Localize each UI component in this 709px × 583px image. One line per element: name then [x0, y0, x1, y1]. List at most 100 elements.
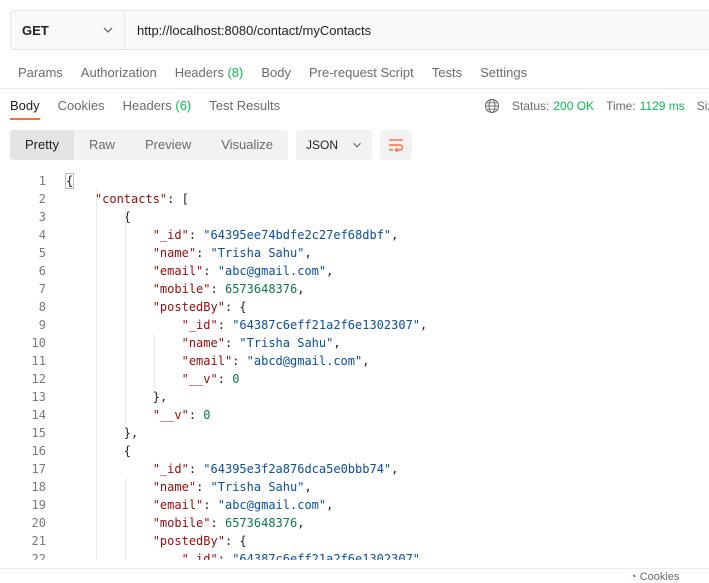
divider	[0, 88, 709, 89]
format-select[interactable]: JSON	[296, 130, 373, 160]
chevron-down-icon	[353, 142, 361, 148]
code-text: "_id": "64395e3f2a876dca5e0bbb74",	[152, 462, 399, 476]
method-label: GET	[22, 22, 49, 38]
tab-label: Body	[10, 98, 40, 113]
code-line: 10 "name": "Trisha Sahu",	[0, 334, 709, 352]
request-bar: GET http://localhost:8080/contact/myCont…	[10, 10, 709, 50]
cookies-link[interactable]: ◔ Cookies	[630, 571, 679, 583]
tab-settings[interactable]: Settings	[470, 60, 535, 86]
view-mode-raw[interactable]: Raw	[74, 130, 130, 160]
line-number: 1	[38, 174, 46, 188]
cookie-icon: ◔	[630, 571, 637, 583]
tab-label: Tests	[431, 65, 463, 80]
line-number: 22	[31, 552, 46, 560]
code-line: 6 "email": "abc@gmail.com",	[0, 262, 709, 280]
time-label: Time:	[606, 99, 636, 113]
tab-authorization[interactable]: Authorization	[71, 60, 165, 86]
url-input[interactable]: http://localhost:8080/contact/myContacts	[125, 23, 371, 38]
view-mode-preview[interactable]: Preview	[130, 130, 206, 160]
indent-guide	[96, 190, 97, 560]
code-line: 20 "mobile": 6573648376,	[0, 514, 709, 532]
headers-count: (8)	[227, 65, 244, 80]
code-line: 1{	[0, 172, 709, 190]
line-number: 18	[31, 480, 46, 494]
tab-body[interactable]: Body	[251, 60, 299, 86]
tab-label: Headers	[122, 98, 172, 113]
code-text: "email": "abcd@gmail.com",	[181, 354, 370, 368]
code-line: 3 {	[0, 208, 709, 226]
response-view-toolbar: Pretty Raw Preview Visualize JSON	[10, 130, 413, 160]
code-text: "email": "abc@gmail.com",	[152, 264, 334, 278]
tab-tests[interactable]: Tests	[422, 60, 470, 86]
code-line: 9 "_id": "64387c6eff21a2f6e1302307",	[0, 316, 709, 334]
code-line: 8 "postedBy": {	[0, 298, 709, 316]
wrap-lines-icon	[389, 139, 404, 153]
code-line: 14 "__v": 0	[0, 406, 709, 424]
tab-label: Authorization	[80, 65, 157, 80]
code-text: "contacts": [	[94, 192, 189, 206]
line-number: 16	[31, 444, 46, 458]
method-select[interactable]: GET	[11, 11, 125, 49]
status-value[interactable]: 200 OK	[553, 99, 594, 113]
code-line: 19 "email": "abc@gmail.com",	[0, 496, 709, 514]
code-text: {	[64, 173, 75, 189]
code-line: 7 "mobile": 6573648376,	[0, 280, 709, 298]
code-text: "_id": "64387c6eff21a2f6e1302307",	[181, 552, 428, 560]
time-value[interactable]: 1129 ms	[640, 99, 685, 113]
tab-test-results[interactable]: Test Results	[199, 92, 288, 120]
code-line: 17 "_id": "64395e3f2a876dca5e0bbb74",	[0, 460, 709, 478]
code-line: 12 "__v": 0	[0, 370, 709, 388]
tab-params[interactable]: Params	[0, 60, 71, 86]
globe-icon[interactable]	[484, 98, 500, 114]
tab-label: Settings	[480, 65, 528, 80]
code-text: "mobile": 6573648376,	[152, 516, 305, 530]
status-bar: ◔ Cookies	[0, 568, 709, 583]
line-number: 20	[31, 516, 46, 530]
code-text: "postedBy": {	[152, 300, 247, 314]
response-tabs: Body Cookies Headers (6) Test Results	[0, 92, 288, 120]
tab-label: Pre-request Script	[308, 65, 414, 80]
cookies-label: Cookies	[639, 571, 680, 583]
code-text: "__v": 0	[152, 408, 211, 422]
tab-response-cookies[interactable]: Cookies	[48, 92, 113, 120]
tab-label: Headers	[174, 65, 224, 80]
code-line: 11 "email": "abcd@gmail.com",	[0, 352, 709, 370]
tab-label: Test Results	[209, 98, 281, 113]
code-line: 21 "postedBy": {	[0, 532, 709, 550]
line-number: 11	[31, 354, 46, 368]
chevron-down-icon	[103, 27, 113, 33]
code-text: "_id": "64395ee74bdfe2c27ef68dbf",	[152, 228, 399, 242]
tab-label: Body	[261, 65, 291, 80]
request-tabs: Params Authorization Headers (8) Body Pr…	[0, 60, 535, 86]
wrap-lines-button[interactable]	[380, 130, 413, 160]
line-number: 5	[38, 246, 46, 260]
code-line: 13 },	[0, 388, 709, 406]
line-number: 7	[38, 282, 46, 296]
line-number: 4	[38, 228, 46, 242]
indent-guide	[125, 208, 126, 424]
response-headers-count: (6)	[175, 98, 192, 113]
response-body-code[interactable]: 1{2 "contacts": [3 {4 "_id": "64395ee74b…	[0, 172, 709, 560]
line-number: 10	[31, 336, 46, 350]
line-number: 3	[38, 210, 46, 224]
view-mode-pretty[interactable]: Pretty	[10, 130, 74, 160]
code-text: },	[123, 426, 139, 440]
code-text: "mobile": 6573648376,	[152, 282, 305, 296]
code-line: 16 {	[0, 442, 709, 460]
view-mode-visualize[interactable]: Visualize	[206, 130, 288, 160]
code-line: 4 "_id": "64395ee74bdfe2c27ef68dbf",	[0, 226, 709, 244]
code-text: "__v": 0	[181, 372, 240, 386]
line-number: 13	[31, 390, 46, 404]
line-number: 15	[31, 426, 46, 440]
size-label: Size	[696, 99, 709, 113]
tab-response-headers[interactable]: Headers (6)	[113, 92, 200, 120]
tab-pre-request-script[interactable]: Pre-request Script	[299, 60, 422, 86]
tab-label: Cookies	[57, 98, 105, 113]
tab-headers[interactable]: Headers (8)	[165, 60, 252, 86]
code-text: "postedBy": {	[152, 534, 247, 548]
code-text: "name": "Trisha Sahu",	[152, 246, 312, 260]
tab-label: Params	[18, 65, 63, 80]
tab-response-body[interactable]: Body	[0, 92, 48, 120]
line-number: 9	[38, 318, 46, 332]
line-number: 19	[31, 498, 46, 512]
